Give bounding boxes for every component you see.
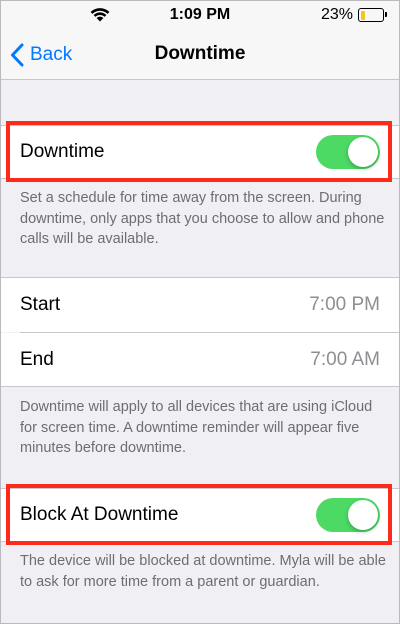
- toggle-knob: [348, 137, 378, 167]
- battery-level: [360, 10, 366, 20]
- status-bar: 1:09 PM 23%: [0, 0, 400, 30]
- downtime-description: Set a schedule for time away from the sc…: [20, 190, 385, 247]
- schedule-description: Downtime will apply to all devices that …: [20, 399, 373, 456]
- start-time-row[interactable]: Start 7:00 PM: [0, 278, 400, 332]
- end-value: 7:00 AM: [310, 348, 380, 370]
- start-label: Start: [20, 294, 61, 315]
- block-at-downtime-toggle[interactable]: [316, 498, 380, 532]
- navigation-bar: Back Downtime: [0, 30, 400, 80]
- section-divider: [0, 386, 400, 387]
- section-divider: [0, 541, 400, 542]
- start-value: 7:00 PM: [309, 294, 380, 315]
- block-description: The device will be blocked at downtime. …: [20, 553, 386, 590]
- end-time-row[interactable]: End 7:00 AM: [0, 333, 400, 386]
- downtime-toggle[interactable]: [316, 135, 380, 169]
- downtime-label: Downtime: [20, 141, 105, 162]
- section-divider: [0, 178, 400, 179]
- block-label: Block At Downtime: [20, 504, 179, 525]
- battery-percent: 23%: [320, 6, 353, 23]
- toggle-knob: [348, 500, 378, 530]
- battery-icon: [358, 8, 387, 22]
- downtime-toggle-row: Downtime: [0, 126, 400, 178]
- page-title: Downtime: [154, 43, 246, 64]
- block-toggle-row: Block At Downtime: [0, 489, 400, 541]
- end-label: End: [20, 348, 54, 370]
